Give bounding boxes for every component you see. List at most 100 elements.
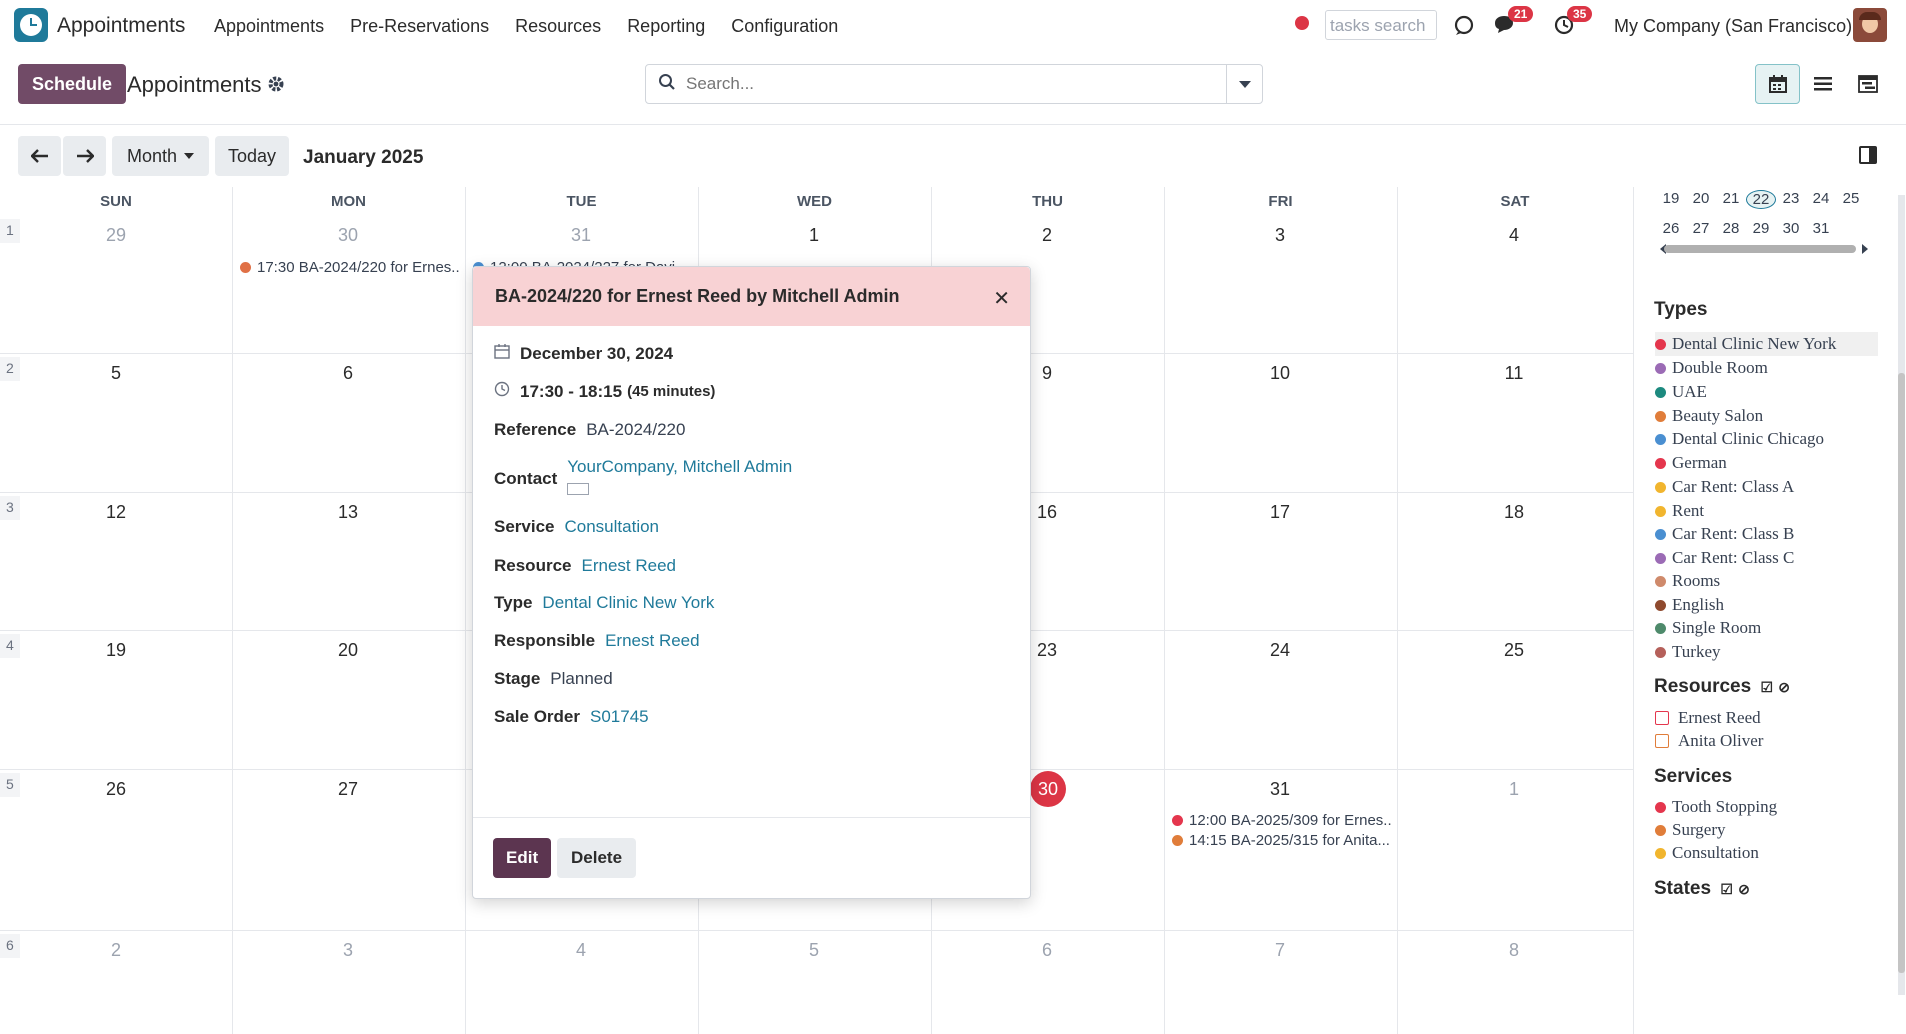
filter-service[interactable]: Surgery — [1655, 818, 1726, 842]
filter-type[interactable]: Single Room — [1655, 616, 1761, 640]
company-switcher[interactable]: My Company (San Francisco) — [1614, 16, 1852, 37]
filter-type[interactable]: Car Rent: Class B — [1655, 522, 1794, 546]
calendar-event[interactable]: 12:00 BA-2025/309 for Ernes... — [1172, 812, 1392, 829]
messages-icon[interactable]: 21 — [1492, 6, 1534, 38]
filter-type[interactable]: Turkey — [1655, 640, 1721, 664]
filter-type[interactable]: Car Rent: Class C — [1655, 546, 1794, 570]
checkbox[interactable] — [1655, 734, 1669, 748]
previous-period-button[interactable] — [18, 136, 61, 176]
mini-day[interactable]: 30 — [1776, 220, 1806, 237]
record-indicator-icon[interactable] — [1295, 16, 1309, 30]
responsible-link[interactable]: Ernest Reed — [605, 631, 700, 651]
today-marker[interactable]: 30 — [1030, 771, 1066, 807]
filter-type[interactable]: Beauty Salon — [1655, 404, 1763, 428]
scroll-right-icon[interactable] — [1862, 244, 1868, 254]
filter-type[interactable]: English — [1655, 593, 1724, 617]
day-number[interactable]: 20 — [318, 640, 378, 661]
day-number[interactable]: 26 — [86, 779, 146, 800]
scrollbar-thumb[interactable] — [1898, 373, 1905, 973]
day-number[interactable]: 5 — [86, 363, 146, 384]
day-number[interactable]: 8 — [1484, 940, 1544, 961]
app-brand[interactable]: Appointments — [57, 14, 185, 38]
mini-day[interactable]: 27 — [1686, 220, 1716, 237]
day-number[interactable]: 3 — [318, 940, 378, 961]
day-number[interactable]: 2 — [86, 940, 146, 961]
close-icon[interactable]: ✕ — [993, 286, 1010, 311]
day-number[interactable]: 29 — [86, 225, 146, 246]
scale-dropdown[interactable]: Month — [112, 136, 209, 176]
mini-day[interactable]: 29 — [1746, 220, 1776, 237]
next-period-button[interactable] — [63, 136, 106, 176]
user-avatar[interactable] — [1853, 8, 1887, 42]
day-number[interactable]: 17 — [1250, 502, 1310, 523]
unselect-all-icon[interactable]: ⊘ — [1778, 679, 1790, 695]
today-button[interactable]: Today — [215, 136, 289, 176]
filter-type[interactable]: Rent — [1655, 499, 1704, 523]
filter-type[interactable]: Dental Clinic Chicago — [1655, 427, 1824, 451]
resource-link[interactable]: Ernest Reed — [581, 556, 676, 576]
day-number[interactable]: 13 — [318, 502, 378, 523]
calendar-event[interactable]: 14:15 BA-2025/315 for Anita... — [1172, 832, 1392, 849]
filter-type[interactable]: Double Room — [1655, 356, 1768, 380]
vertical-scrollbar[interactable] — [1898, 195, 1905, 995]
filter-resource[interactable]: Ernest Reed — [1655, 706, 1761, 730]
service-link[interactable]: Consultation — [565, 517, 660, 537]
day-number[interactable]: 7 — [1250, 940, 1310, 961]
mini-day[interactable]: 21 — [1716, 190, 1746, 209]
day-number[interactable]: 25 — [1484, 640, 1544, 661]
checkbox[interactable] — [1655, 711, 1669, 725]
search-input[interactable] — [686, 74, 1166, 94]
select-all-icon[interactable]: ☑ — [1720, 881, 1733, 897]
filter-type[interactable]: Rooms — [1655, 569, 1720, 593]
day-number[interactable]: 10 — [1250, 363, 1310, 384]
day-number[interactable]: 12 — [86, 502, 146, 523]
filter-type[interactable]: UAE — [1655, 380, 1707, 404]
filter-service[interactable]: Tooth Stopping — [1655, 795, 1777, 819]
mini-day[interactable]: 24 — [1806, 190, 1836, 209]
filter-type[interactable]: German — [1655, 451, 1727, 475]
calendar-event[interactable]: 17:30 BA-2024/220 for Ernes... — [240, 259, 460, 276]
day-number[interactable]: 4 — [1484, 225, 1544, 246]
menu-configuration[interactable]: Configuration — [731, 16, 838, 37]
day-number[interactable]: 6 — [318, 363, 378, 384]
activities-icon[interactable]: 35 — [1551, 6, 1593, 38]
search-options-toggle[interactable] — [1226, 64, 1263, 104]
mini-day-selected[interactable]: 22 — [1746, 190, 1776, 209]
calendar-view-button[interactable] — [1755, 64, 1800, 104]
mini-day[interactable]: 25 — [1836, 190, 1866, 209]
day-number[interactable]: 19 — [86, 640, 146, 661]
filter-type[interactable]: Car Rent: Class A — [1655, 475, 1794, 499]
list-view-button[interactable] — [1800, 64, 1845, 104]
day-number[interactable]: 1 — [1484, 779, 1544, 800]
menu-resources[interactable]: Resources — [515, 16, 601, 37]
day-number[interactable]: 30 — [318, 225, 378, 246]
menu-pre-reservations[interactable]: Pre-Reservations — [350, 16, 489, 37]
mini-day[interactable]: 23 — [1776, 190, 1806, 209]
side-panel-toggle-icon[interactable] — [1859, 146, 1877, 164]
delete-button[interactable]: Delete — [557, 838, 637, 878]
day-number[interactable]: 3 — [1250, 225, 1310, 246]
voip-icon[interactable] — [1451, 12, 1477, 38]
day-number[interactable]: 27 — [318, 779, 378, 800]
mini-day[interactable]: 19 — [1656, 190, 1686, 209]
contact-link[interactable]: YourCompany, Mitchell Admin — [567, 457, 792, 477]
day-number[interactable]: 1 — [784, 225, 844, 246]
filter-resource[interactable]: Anita Oliver — [1655, 729, 1763, 753]
day-number[interactable]: 31 — [1250, 779, 1310, 800]
unselect-all-icon[interactable]: ⊘ — [1738, 881, 1750, 897]
edit-button[interactable]: Edit — [493, 838, 552, 878]
filter-service[interactable]: Consultation — [1655, 841, 1759, 865]
day-number[interactable]: 6 — [1017, 940, 1077, 961]
mini-day[interactable]: 20 — [1686, 190, 1716, 209]
day-number[interactable]: 24 — [1250, 640, 1310, 661]
gear-icon[interactable] — [267, 75, 285, 98]
mini-day[interactable]: 26 — [1656, 220, 1686, 237]
menu-appointments[interactable]: Appointments — [214, 16, 324, 37]
email-icon[interactable] — [567, 483, 590, 495]
apps-menu-icon[interactable] — [14, 8, 48, 42]
tasks-search-input[interactable]: tasks search — [1325, 10, 1437, 40]
day-number[interactable]: 18 — [1484, 502, 1544, 523]
day-number[interactable]: 5 — [784, 940, 844, 961]
day-number[interactable]: 31 — [551, 225, 611, 246]
mini-day[interactable]: 31 — [1806, 220, 1836, 237]
